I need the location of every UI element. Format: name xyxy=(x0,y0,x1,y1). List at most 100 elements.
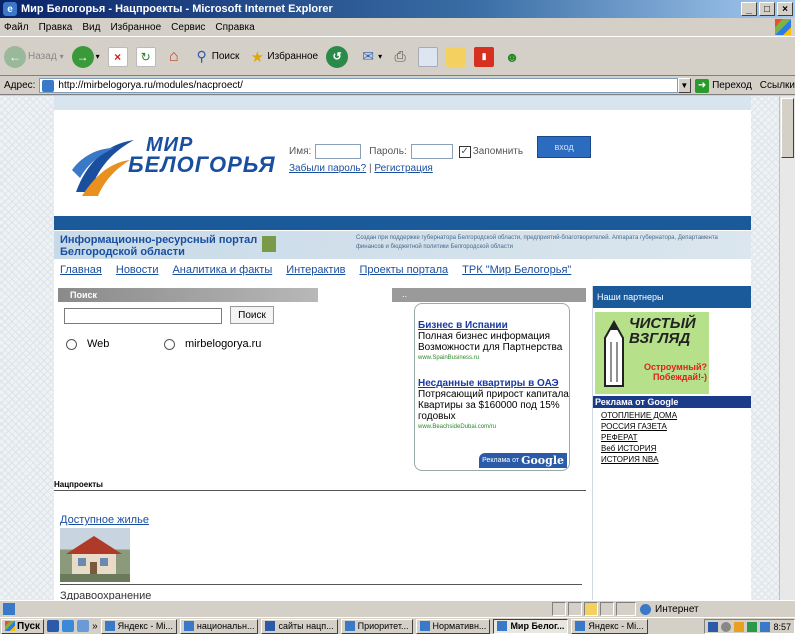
task-button[interactable]: Яндекс - Mi... xyxy=(100,618,177,634)
search-option-web[interactable]: Web xyxy=(66,338,109,350)
nav-trk[interactable]: ТРК "Мир Белогорья" xyxy=(462,264,571,276)
partner-banner[interactable]: ЧИСТЫЙ ВЗГЛЯД Остроумный? Побеждай!-) xyxy=(595,312,709,394)
quicklaunch-desktop-icon[interactable] xyxy=(77,620,90,632)
task-label: национальн... xyxy=(196,621,255,631)
project-link-health[interactable]: Здравоохранение xyxy=(60,590,151,600)
address-input[interactable]: http://mirbelogorya.ru/modules/nacproect… xyxy=(39,78,678,93)
menu-help[interactable]: Справка xyxy=(215,22,254,33)
task-button[interactable]: национальн... xyxy=(179,618,259,634)
favorites-button[interactable]: ★ Избранное xyxy=(247,47,318,67)
research-button[interactable]: ▮ xyxy=(474,46,495,67)
forgot-password-link[interactable]: Забыли пароль? xyxy=(289,163,366,174)
print-button[interactable]: ⎙ xyxy=(390,47,410,67)
web-radio[interactable] xyxy=(66,338,77,350)
search-option-site[interactable]: mirbelogorya.ru xyxy=(164,338,261,350)
google-ad-link[interactable]: ИСТОРИЯ NBA xyxy=(601,454,677,465)
back-dropdown-icon[interactable]: ▾ xyxy=(60,52,64,61)
back-button[interactable]: ← Назад ▾ xyxy=(4,45,64,68)
ad-title-uae[interactable]: Несданные квартиры в ОАЭ xyxy=(418,378,569,389)
ad-url[interactable]: www.SpainBusiness.ru xyxy=(418,353,569,364)
remember-checkbox[interactable]: ✓ xyxy=(458,145,471,158)
forward-button[interactable]: → ▾ xyxy=(71,45,100,68)
site-search-button[interactable]: Поиск xyxy=(230,306,274,324)
edit-button[interactable] xyxy=(418,46,439,67)
site-navigation: Главная Новости Аналитика и факты Интера… xyxy=(60,264,571,276)
password-label: Пароль: xyxy=(369,146,407,157)
google-ads-header[interactable]: Реклама от Google xyxy=(593,396,751,408)
quicklaunch-more-icon[interactable]: » xyxy=(92,621,98,632)
nav-news[interactable]: Новости xyxy=(116,264,159,276)
mail-button[interactable]: ✉ ▾ xyxy=(358,47,382,67)
quicklaunch-word-icon[interactable] xyxy=(47,620,60,632)
ie-icon xyxy=(575,621,586,631)
menu-tools[interactable]: Сервис xyxy=(171,22,205,33)
menu-favorites[interactable]: Избранное xyxy=(110,22,161,33)
task-button[interactable]: сайты нацп... xyxy=(261,618,338,634)
search-label: Поиск xyxy=(211,51,240,62)
vertical-scrollbar[interactable] xyxy=(779,96,795,600)
google-ad-link[interactable]: РОССИЯ ГАЗЕТА xyxy=(601,421,677,432)
home-button[interactable]: ⌂ xyxy=(164,47,184,67)
task-button[interactable]: Нормативн... xyxy=(415,618,491,634)
project-link-housing[interactable]: Доступное жилье xyxy=(60,514,149,526)
task-button[interactable]: Яндекс - Mi... xyxy=(571,618,648,634)
task-button[interactable]: Приоритет... xyxy=(340,618,413,634)
tray-network-icon[interactable] xyxy=(721,621,732,632)
tray-volume-icon[interactable] xyxy=(760,621,771,632)
go-button[interactable]: ➜ Переход xyxy=(695,78,752,93)
username-input[interactable] xyxy=(315,144,362,159)
menu-file[interactable]: Файл xyxy=(4,22,29,33)
menu-view[interactable]: Вид xyxy=(82,22,100,33)
register-link[interactable]: Регистрация xyxy=(374,163,432,174)
google-ad-link[interactable]: ОТОПЛЕНИЕ ДОМА xyxy=(601,410,677,421)
forward-dropdown-icon[interactable]: ▾ xyxy=(96,52,100,61)
scrollbar-thumb[interactable] xyxy=(781,98,794,158)
ie-icon: e xyxy=(3,2,17,16)
ad-title-spain[interactable]: Бизнес в Испании xyxy=(418,320,569,331)
status-cell xyxy=(616,602,636,616)
google-ad-link[interactable]: Веб ИСТОРИЯ xyxy=(601,443,677,454)
login-links: Забыли пароль? | Регистрация xyxy=(289,163,591,174)
mail-dropdown-icon[interactable]: ▾ xyxy=(378,52,382,61)
clock[interactable]: 8:57 xyxy=(773,622,791,632)
password-input[interactable] xyxy=(410,144,453,159)
history-button[interactable]: ↺ xyxy=(326,45,350,68)
close-button[interactable]: × xyxy=(777,2,793,16)
login-button[interactable]: вход xyxy=(537,135,592,158)
quicklaunch-ie-icon[interactable] xyxy=(62,620,75,632)
address-dropdown-button[interactable]: ▼ xyxy=(677,78,692,93)
forward-arrow-icon: → xyxy=(71,45,94,68)
stop-button[interactable]: × xyxy=(107,46,128,67)
minimize-button[interactable]: _ xyxy=(741,2,757,16)
housing-image[interactable] xyxy=(60,528,130,582)
google-logo: Google xyxy=(521,454,564,467)
tray-antivirus-icon[interactable] xyxy=(734,621,745,632)
menu-edit[interactable]: Правка xyxy=(39,22,73,33)
tray-update-icon[interactable] xyxy=(747,621,758,632)
window-title-bar[interactable]: e Мир Белогорья - Нацпроекты - Microsoft… xyxy=(0,0,795,18)
nav-home[interactable]: Главная xyxy=(60,264,102,276)
links-button[interactable]: Ссылки xyxy=(760,80,795,91)
site-logo[interactable]: МИР БЕЛОГОРЬЯ xyxy=(68,130,278,200)
nav-analytics[interactable]: Аналитика и факты xyxy=(172,264,272,276)
login-form: Имя: Пароль: ✓ Запомнить вход Забыли пар… xyxy=(289,135,592,174)
site-search-input[interactable] xyxy=(64,308,222,324)
search-button[interactable]: ⚲ Поиск xyxy=(192,47,240,67)
site-radio[interactable] xyxy=(164,338,175,350)
refresh-icon: ↻ xyxy=(135,46,156,67)
portal-description: Создан при поддержке губернатора Белгоро… xyxy=(356,235,718,250)
folder-button[interactable] xyxy=(446,46,467,67)
portal-banner: Информационно-ресурсный портал Белгородс… xyxy=(54,231,751,259)
refresh-button[interactable]: ↻ xyxy=(135,46,156,67)
start-button[interactable]: Пуск xyxy=(1,618,45,634)
messenger-button[interactable]: ☻ xyxy=(502,47,522,67)
nav-interactive[interactable]: Интерактив xyxy=(286,264,345,276)
task-button-active[interactable]: Мир Белог... xyxy=(493,618,569,634)
ads-by-google-badge[interactable]: Реклама от Google xyxy=(479,453,567,468)
nav-projects[interactable]: Проекты портала xyxy=(359,264,448,276)
tray-app-icon[interactable] xyxy=(708,621,719,632)
ad-url[interactable]: www.BeachsideDubai.com/ru xyxy=(418,422,569,433)
maximize-button[interactable]: □ xyxy=(759,2,775,16)
print-icon: ⎙ xyxy=(394,48,406,64)
google-ad-link[interactable]: РЕФЕРАТ xyxy=(601,432,677,443)
